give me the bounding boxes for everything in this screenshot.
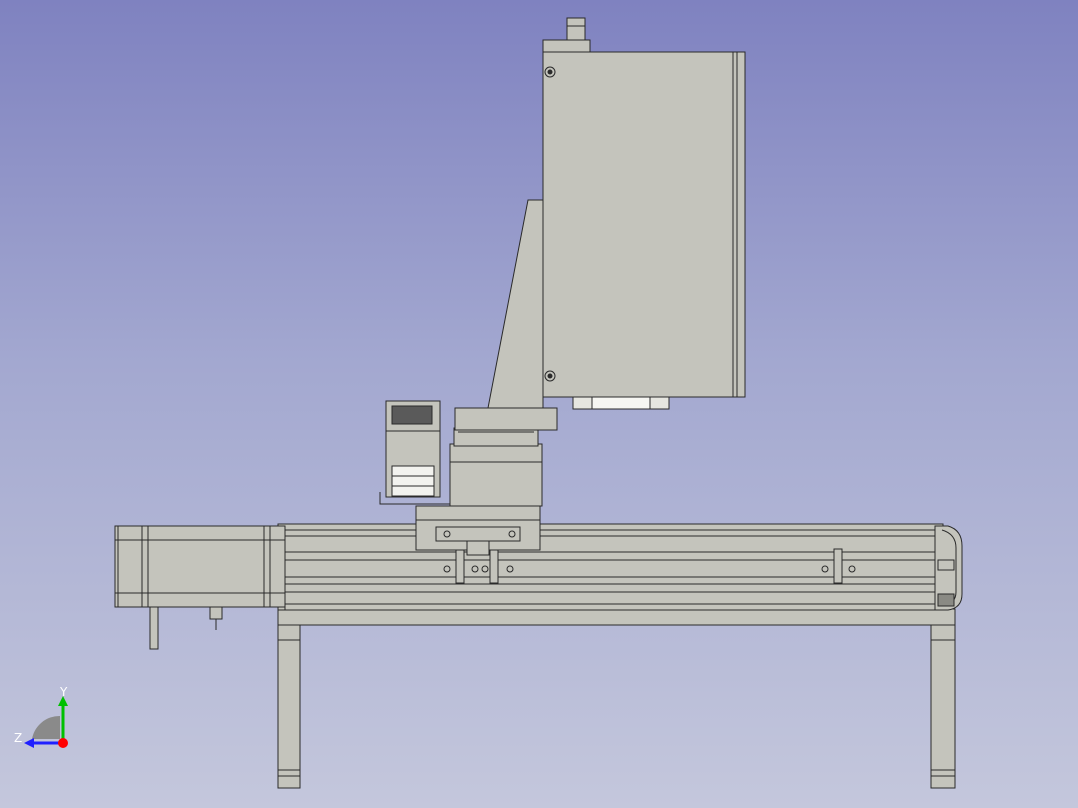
support-gusset — [487, 199, 544, 409]
left-leg — [277, 623, 301, 789]
enclosure-box — [542, 17, 746, 410]
y-axis-label: Y — [59, 685, 68, 699]
axis-triad[interactable]: Y Z — [10, 684, 80, 754]
3d-viewport[interactable]: Y Z — [0, 0, 1078, 808]
right-leg — [930, 623, 956, 789]
reducer-block — [449, 407, 558, 507]
rail-end-cap — [934, 525, 963, 611]
z-axis-label: Z — [14, 731, 22, 745]
linear-rail — [277, 523, 944, 611]
cad-model-drawing[interactable] — [0, 0, 1078, 808]
support-beam — [277, 608, 956, 626]
servo-motor — [114, 525, 286, 650]
axis-arc-icon — [32, 715, 60, 739]
x-axis-dot-icon — [58, 738, 68, 748]
z-axis-head-icon — [24, 738, 34, 748]
cooling-fan — [379, 400, 450, 505]
slider-carriage — [415, 505, 541, 556]
